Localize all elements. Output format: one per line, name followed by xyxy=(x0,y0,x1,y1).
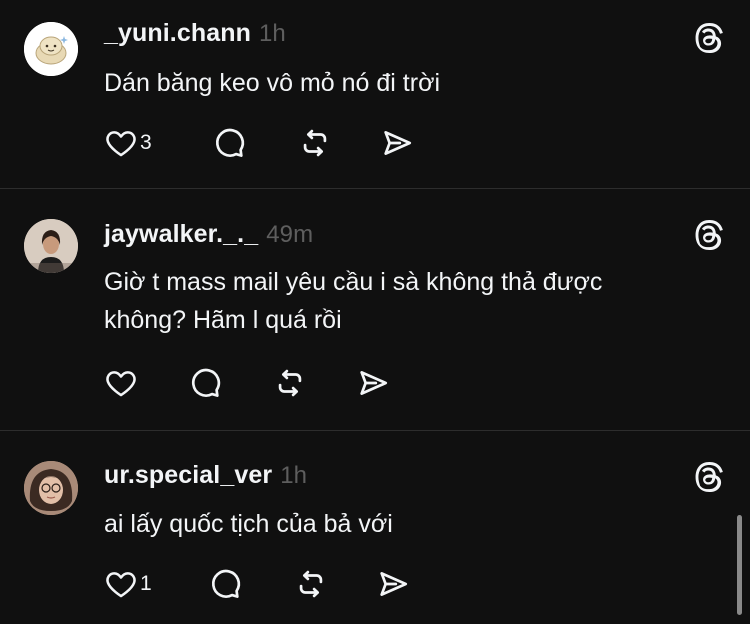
reply-text: Dán băng keo vô mỏ nó đi trời xyxy=(104,69,441,97)
repost-button[interactable] xyxy=(298,123,332,163)
heart-icon xyxy=(104,567,138,601)
username[interactable]: jaywalker._._ 49m xyxy=(104,220,313,249)
avatar[interactable] xyxy=(24,461,78,515)
comment-button[interactable] xyxy=(212,123,246,163)
timestamp: 1h xyxy=(258,20,286,47)
like-button[interactable]: 1 xyxy=(104,564,152,604)
avatar-image xyxy=(24,22,78,76)
username-text[interactable]: _yuni.chann xyxy=(104,19,251,47)
comment-icon xyxy=(188,366,222,400)
username-text[interactable]: ur.special_ver xyxy=(104,461,272,489)
repost-icon xyxy=(298,126,332,160)
avatar[interactable] xyxy=(24,219,78,273)
username[interactable]: _yuni.chann 1h xyxy=(104,19,286,48)
share-button[interactable] xyxy=(376,564,410,604)
comment-icon xyxy=(212,126,246,160)
share-button[interactable] xyxy=(356,363,390,403)
threads-icon[interactable] xyxy=(690,459,726,495)
scrollbar[interactable] xyxy=(737,515,742,615)
comment-icon xyxy=(208,567,242,601)
send-icon xyxy=(380,126,414,160)
username-text[interactable]: jaywalker._._ xyxy=(104,220,258,248)
reply-text: Giờ t mass mail yêu cầu i sà không thả đ… xyxy=(104,268,603,334)
repost-icon xyxy=(273,366,307,400)
send-icon xyxy=(376,567,410,601)
heart-icon xyxy=(104,126,138,160)
divider xyxy=(0,188,750,189)
like-button[interactable]: 3 xyxy=(104,123,152,163)
share-button[interactable] xyxy=(380,123,414,163)
send-icon xyxy=(356,366,390,400)
repost-button[interactable] xyxy=(273,363,307,403)
username[interactable]: ur.special_ver 1h xyxy=(104,461,307,490)
avatar-image xyxy=(24,461,78,515)
comment-button[interactable] xyxy=(208,564,242,604)
heart-icon xyxy=(104,366,138,400)
like-count: 3 xyxy=(140,131,152,154)
threads-icon[interactable] xyxy=(690,20,726,56)
timestamp: 1h xyxy=(280,462,308,489)
threads-icon[interactable] xyxy=(690,217,726,253)
avatar-image xyxy=(24,219,78,273)
avatar[interactable] xyxy=(24,22,78,76)
timestamp: 49m xyxy=(266,221,314,248)
repost-button[interactable] xyxy=(294,564,328,604)
like-button[interactable] xyxy=(104,363,140,403)
repost-icon xyxy=(294,567,328,601)
like-count: 1 xyxy=(140,572,152,595)
divider xyxy=(0,430,750,431)
comment-button[interactable] xyxy=(188,363,222,403)
reply-text: ai lấy quốc tịch của bả với xyxy=(104,510,393,538)
